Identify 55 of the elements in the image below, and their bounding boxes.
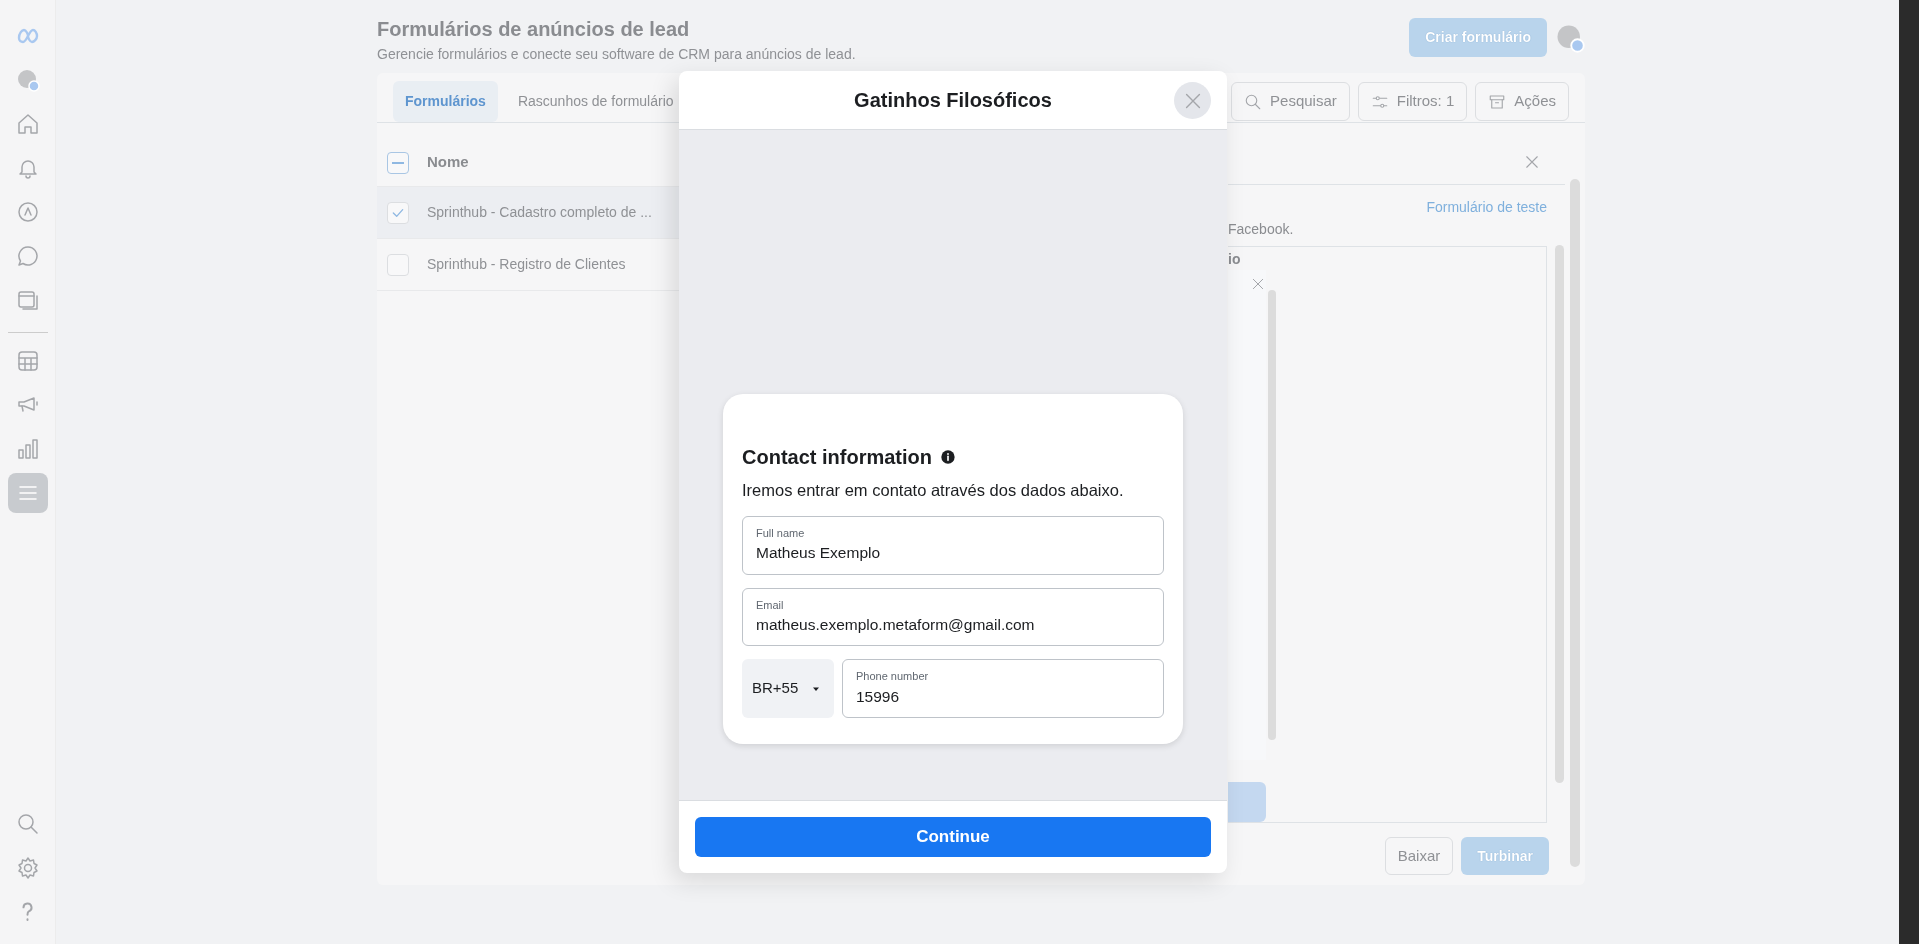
test-form-link[interactable]: Formulário de teste [1426,199,1547,215]
card-heading: Contact information [742,445,932,470]
archive-icon [1488,92,1507,111]
scrollbar[interactable] [1570,179,1580,867]
input-field[interactable]: Matheus Exemplo [756,541,1150,565]
input-field[interactable]: 15996 [856,684,1150,708]
info-icon [940,449,956,465]
section-label: io [1228,251,1241,267]
sidebar-item[interactable] [7,473,48,513]
search-icon [15,812,40,836]
select-all-checkbox[interactable] [387,151,409,174]
close-button[interactable] [1174,82,1211,119]
home-icon [15,112,40,136]
tab[interactable]: Formulários [393,81,498,122]
pages-icon [15,288,40,312]
row-checkbox[interactable] [387,201,409,224]
scrollbar[interactable] [1555,245,1564,783]
tab[interactable]: Rascunhos de formulário [505,81,686,122]
page-title: Formulários de anúncios de lead [377,17,691,42]
table-icon [15,349,40,373]
card-description: Iremos entrar em contato através dos dados abaixo. [742,480,1125,501]
country-code-select[interactable]: BR+55 [742,659,834,718]
input-field[interactable]: matheus.exemplo.metaform@gmail.com [756,613,1150,637]
field-label: Phone number [856,669,930,685]
create-form-button[interactable]: Criar formulário [1409,18,1547,57]
description-text: Facebook. [1228,221,1294,237]
settings-icon [15,856,40,880]
dash-icon [392,161,404,164]
browser-scrollbar[interactable] [1899,0,1919,944]
text-field[interactable]: Phone number 15996 [842,659,1164,718]
column-header: Nome [427,152,469,173]
boost-button[interactable]: Turbinar [1461,837,1549,875]
search-icon [1244,92,1263,111]
row-checkbox[interactable] [387,253,409,276]
dialog-title: Gatinhos Filosóficos [854,88,1052,113]
bar-chart-icon [15,437,40,461]
text-field[interactable]: Email matheus.exemplo.metaform@gmail.com [742,587,1164,647]
form-name: Sprinthub - Cadastro completo de ... [427,203,652,222]
button-fragment[interactable] [1228,782,1266,822]
form-name: Sprinthub - Registro de Clientes [427,255,626,274]
page-subtitle: Gerencie formulários e conecte seu software de CRM para anúncios de lead. [377,45,856,64]
scrollbar[interactable] [1268,290,1276,740]
filters-button[interactable]: Filtros: 1 [1357,82,1468,121]
help-icon [22,902,33,922]
search-button[interactable]: Pesquisar [1231,82,1350,121]
avatar-icon [15,68,40,92]
actions-button[interactable]: Ações [1475,82,1569,121]
continue-button[interactable]: Continue [695,817,1211,857]
field-label: Email [756,597,785,613]
close-icon [1250,276,1266,292]
field-label: Full name [756,525,806,541]
text-field[interactable]: Full name Matheus Exemplo [742,515,1164,575]
chat-icon [15,244,40,268]
download-button[interactable]: Baixar [1384,837,1454,875]
compass-icon [15,200,40,224]
